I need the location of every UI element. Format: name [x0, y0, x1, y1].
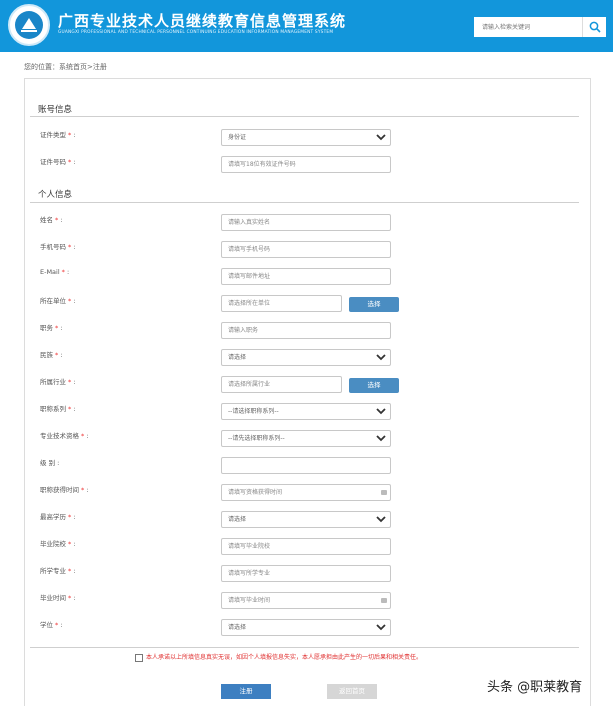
label-duty: 职务 * : — [40, 324, 63, 332]
watermark: 头条 @职莱教育 — [487, 680, 583, 695]
label-cert-type: 证件类型 * : — [40, 131, 76, 139]
unit-input[interactable] — [221, 295, 342, 312]
chevron-down-icon — [376, 408, 386, 415]
label-school: 毕业院校 * : — [40, 540, 76, 548]
section-divider — [30, 202, 579, 203]
ethnic-select[interactable]: 请选择 — [221, 349, 391, 366]
label-major: 所学专业 * : — [40, 567, 76, 575]
agreement-checkbox[interactable] — [135, 653, 143, 662]
unit-select-button[interactable]: 选择 — [349, 297, 399, 312]
grad-date-placeholder: 请填写毕业时间 — [228, 597, 271, 604]
label-title-date: 职称获得时间 * : — [40, 486, 89, 494]
email-input[interactable] — [221, 268, 391, 285]
degree-select[interactable]: 请选择 — [221, 619, 391, 636]
education-select[interactable]: 请选择 — [221, 511, 391, 528]
breadcrumb: 您的位置：系统首页>注册 — [24, 63, 107, 71]
section-account-title: 账号信息 — [38, 105, 73, 115]
grad-date-input[interactable]: 请填写毕业时间 — [221, 592, 391, 609]
phone-input[interactable] — [221, 241, 391, 258]
agreement-text: 本人承诺以上所填信息真实无误，如因个人填报信息失实，本人愿承担由此产生的一切后果… — [146, 654, 423, 661]
industry-select-button[interactable]: 选择 — [349, 378, 399, 393]
label-name: 姓名 * : — [40, 216, 63, 224]
chevron-down-icon — [376, 435, 386, 442]
label-unit: 所在单位 * : — [40, 297, 76, 305]
site-header: 广西专业技术人员继续教育信息管理系统 GUANGXI PROFESSIONAL … — [0, 0, 613, 52]
search-icon — [589, 21, 601, 33]
agreement-divider — [30, 647, 579, 648]
school-input[interactable] — [221, 538, 391, 555]
label-phone: 手机号码 * : — [40, 243, 76, 251]
logo-icon — [8, 4, 50, 46]
site-title: 广西专业技术人员继续教育信息管理系统 — [58, 12, 347, 30]
section-divider — [30, 116, 579, 117]
cert-type-select[interactable]: 身份证 — [221, 129, 391, 146]
duty-input[interactable] — [221, 322, 391, 339]
title-series-select[interactable]: --请选择职称系列-- — [221, 403, 391, 420]
label-level: 级 别 : — [40, 459, 60, 467]
label-industry: 所属行业 * : — [40, 378, 76, 386]
chevron-down-icon — [376, 354, 386, 361]
label-email: E-Mail * : — [40, 268, 70, 276]
chevron-down-icon — [376, 134, 386, 141]
tech-post-select[interactable]: --请先选择职称系列-- — [221, 430, 391, 447]
section-personal-title: 个人信息 — [38, 190, 73, 200]
label-education: 最高学历 * : — [40, 513, 76, 521]
industry-input[interactable] — [221, 376, 342, 393]
search-button[interactable] — [582, 17, 606, 37]
back-home-button[interactable]: 返回首页 — [327, 684, 377, 699]
site-subtitle: GUANGXI PROFESSIONAL AND TECHNICAL PERSO… — [58, 30, 334, 35]
search-input[interactable] — [474, 17, 582, 37]
label-cert-no: 证件号码 * : — [40, 158, 76, 166]
register-button[interactable]: 注册 — [221, 684, 271, 699]
label-tech-post: 专业技术资格 * : — [40, 432, 89, 440]
label-ethnic: 民族 * : — [40, 351, 63, 359]
calendar-icon — [381, 490, 387, 495]
cert-no-input[interactable] — [221, 156, 391, 173]
major-input[interactable] — [221, 565, 391, 582]
label-grad-date: 毕业时间 * : — [40, 594, 76, 602]
label-title-series: 职称系列 * : — [40, 405, 76, 413]
title-date-placeholder: 请填写资格获得时间 — [228, 489, 283, 496]
level-input[interactable] — [221, 457, 391, 474]
agreement: 本人承诺以上所填信息真实无误，如因个人填报信息失实，本人愿承担由此产生的一切后果… — [135, 652, 422, 662]
calendar-icon — [381, 598, 387, 603]
name-input[interactable] — [221, 214, 391, 231]
title-date-input[interactable]: 请填写资格获得时间 — [221, 484, 391, 501]
label-degree: 学位 * : — [40, 621, 63, 629]
chevron-down-icon — [376, 516, 386, 523]
chevron-down-icon — [376, 624, 386, 631]
